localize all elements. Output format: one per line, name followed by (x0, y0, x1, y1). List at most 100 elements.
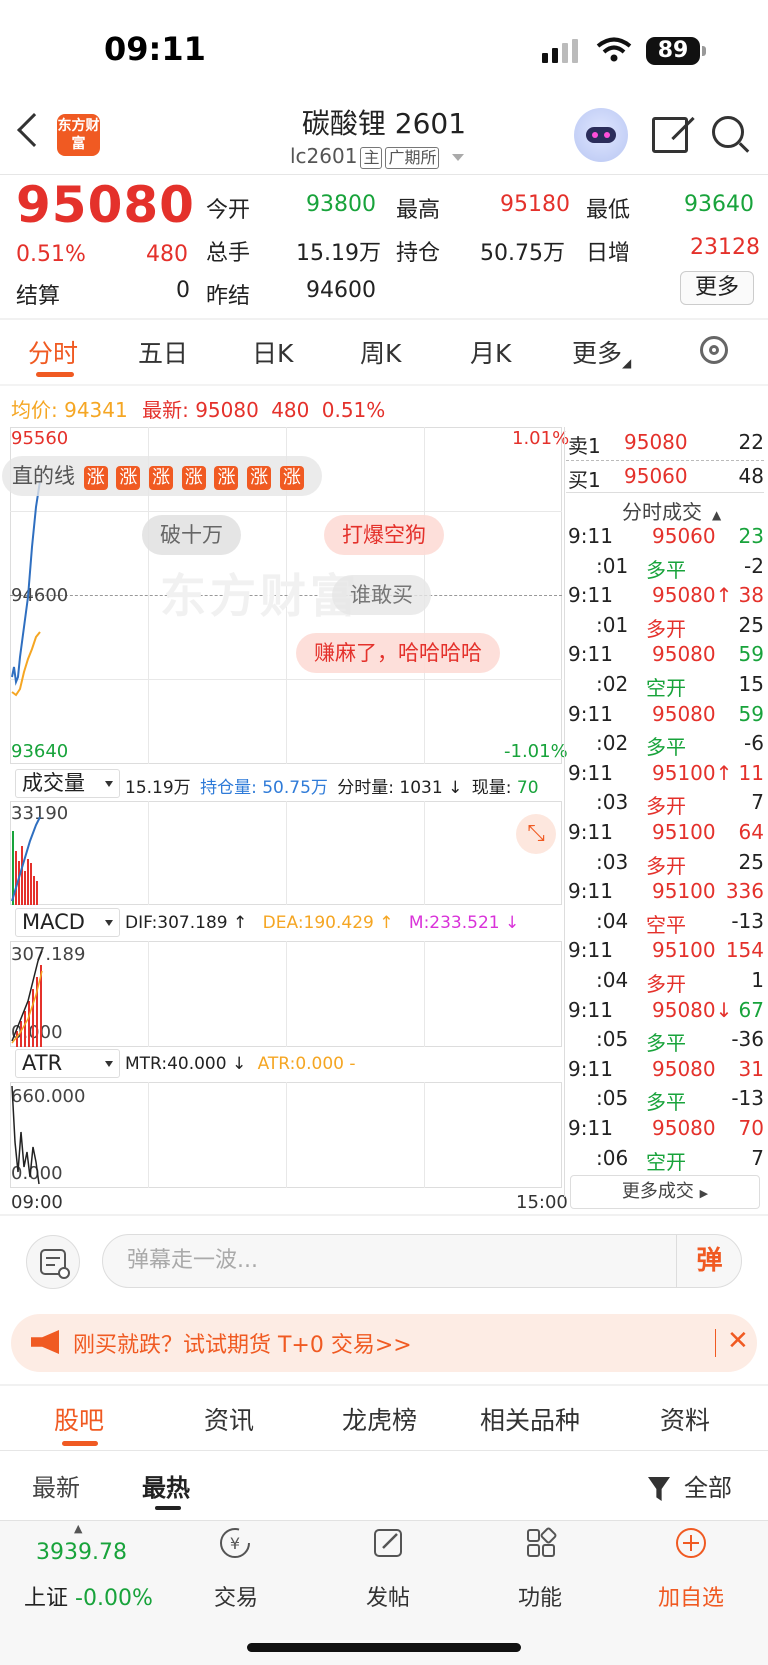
trade-time: :03 (596, 849, 629, 874)
trade-volume: 25 (738, 612, 764, 637)
trade-volume: 11 (738, 760, 764, 785)
trade-row: :04 多开 1 (568, 968, 764, 998)
low-value: 93640 (684, 192, 754, 217)
bid-row: 买1 95060 48 (568, 464, 764, 494)
tab-monthly-k[interactable]: 月K (470, 334, 511, 370)
trade-price: 多平 (646, 1031, 686, 1056)
subtab-hot[interactable]: 最热 (142, 1468, 190, 1503)
trade-volume: 59 (738, 701, 764, 726)
tab-forum[interactable]: 股吧 (54, 1401, 104, 1437)
atr-selector[interactable]: ATR (15, 1049, 120, 1078)
tab-news[interactable]: 资讯 (204, 1401, 254, 1437)
share-icon[interactable] (652, 117, 688, 153)
trade-price: 95100 (652, 938, 716, 963)
chevron-down-icon (105, 1061, 113, 1067)
more-quote-button[interactable]: 更多 (680, 271, 754, 305)
trade-volume: 64 (738, 820, 764, 844)
trade-volume: 38 (738, 583, 764, 608)
watermark: 东方财富 (160, 569, 360, 623)
tab-more[interactable]: 更多◢ (572, 334, 631, 370)
trade-time: :05 (596, 1086, 629, 1111)
filter-button[interactable]: 全部 (648, 1468, 732, 1503)
trade-time: :02 (596, 672, 629, 696)
megaphone-icon (31, 1330, 59, 1354)
volume-selector[interactable]: 成交量 (15, 769, 120, 798)
danmu-settings-icon[interactable] (26, 1235, 80, 1289)
index-value[interactable]: 3939.78 (36, 1540, 127, 1565)
rise-badge: 涨 (116, 466, 141, 490)
open-value: 93800 (306, 192, 376, 217)
bid-vol: 48 (738, 464, 764, 488)
code-text: lc2601 (290, 144, 358, 168)
trade-price: 多平 (646, 735, 686, 760)
tab-dragon-tiger[interactable]: 龙虎榜 (342, 1401, 417, 1437)
volume-bars (11, 816, 41, 905)
pct-top-label: 1.01% (512, 428, 570, 449)
promo-text: 刚买就跌？试试期货 T+0 交易>> (73, 1333, 412, 1358)
volume-selector-label: 成交量 (22, 771, 85, 795)
tab-five-day[interactable]: 五日 (138, 334, 188, 370)
tab-daily-k[interactable]: 日K (252, 334, 293, 370)
pct-bot-label: -1.01% (504, 741, 568, 762)
tab-weekly-k[interactable]: 周K (360, 334, 401, 370)
trades-title[interactable]: 分时成交 ▲ (622, 496, 721, 525)
macd-selector[interactable]: MACD (15, 908, 120, 937)
trade-price: 95080 (652, 642, 716, 667)
ask-row: 卖1 95080 22 (568, 430, 764, 460)
nav-functions[interactable]: 功能 (480, 1580, 600, 1612)
index-label: 上证 (24, 1586, 69, 1611)
close-icon[interactable]: ✕ (727, 1326, 749, 1356)
tab-related[interactable]: 相关品种 (480, 1401, 580, 1437)
index-item[interactable]: 上证 -0.00% (24, 1580, 153, 1612)
high-label: 最高 (396, 198, 441, 223)
daily-inc-value: 23128 (690, 235, 760, 260)
ask-price: 95080 (624, 430, 688, 454)
danmaku-bubble: 赚麻了，哈哈哈哈 (296, 633, 500, 673)
macd-bars (11, 950, 43, 1047)
more-trades-button[interactable]: 更多成交 ▶ (570, 1175, 760, 1209)
assistant-avatar[interactable] (574, 108, 628, 162)
nav-trade[interactable]: 交易 (176, 1580, 296, 1612)
chevron-down-icon (105, 920, 113, 926)
trade-price: 95060 (652, 524, 716, 548)
chevron-down-icon (105, 781, 113, 787)
corner-caret-icon: ◢ (622, 356, 632, 370)
grid-v3 (424, 1082, 425, 1188)
filter-icon (648, 1477, 670, 1501)
avg-label: 均价: (11, 398, 58, 422)
quote-divider (0, 318, 768, 320)
more-trades-label: 更多成交 (621, 1181, 694, 1202)
grid-h1 (10, 511, 562, 512)
danmu-send-button[interactable]: 弹 (676, 1234, 742, 1288)
trade-row: :05 多平 -36 (568, 1027, 764, 1057)
promo-banner[interactable]: 刚买就跌？试试期货 T+0 交易>> ✕ (11, 1314, 757, 1372)
tab-intraday[interactable]: 分时 (28, 334, 78, 370)
bottom-tabs-divider (0, 1450, 768, 1451)
tab-underline (36, 372, 74, 377)
expand-icon[interactable]: ⤡ (516, 814, 556, 854)
tab-more-label: 更多 (572, 339, 623, 368)
daily-inc-label: 日增 (586, 241, 631, 266)
trade-row: 9:11 95080↑ 38 (568, 583, 764, 613)
ask-label: 卖1 (568, 434, 601, 458)
plus-circle-icon (676, 1528, 706, 1558)
trade-volume: 25 (738, 849, 764, 874)
subtab-latest[interactable]: 最新 (32, 1468, 80, 1503)
trade-row: :02 多平 -6 (568, 731, 764, 761)
nav-add-watchlist[interactable]: 加自选 (631, 1580, 751, 1612)
trade-time: 9:11 (568, 1116, 613, 1140)
nav-post[interactable]: 发帖 (328, 1580, 448, 1612)
rise-badge: 涨 (214, 466, 239, 490)
status-time: 09:11 (104, 30, 206, 68)
contract-code[interactable]: lc2601 主广期所 (290, 144, 464, 169)
promo-divider (0, 1384, 768, 1386)
trade-row: 9:11 95100↑ 11 (568, 761, 764, 791)
trade-price: 95080↓ (652, 997, 733, 1022)
trade-time: :02 (596, 731, 629, 756)
trade-price: 多开 (646, 972, 686, 996)
change-pct: 0.51% (16, 242, 86, 267)
trade-row: 9:11 95080↓ 67 (568, 998, 764, 1028)
volume-legend: 15.19万 持仓量: 50.75万 分时量: 1031 ↓ 现量: 70 (125, 773, 539, 798)
danmu-input[interactable]: 弹幕走一波... (102, 1234, 742, 1288)
tab-profile[interactable]: 资料 (660, 1401, 710, 1437)
